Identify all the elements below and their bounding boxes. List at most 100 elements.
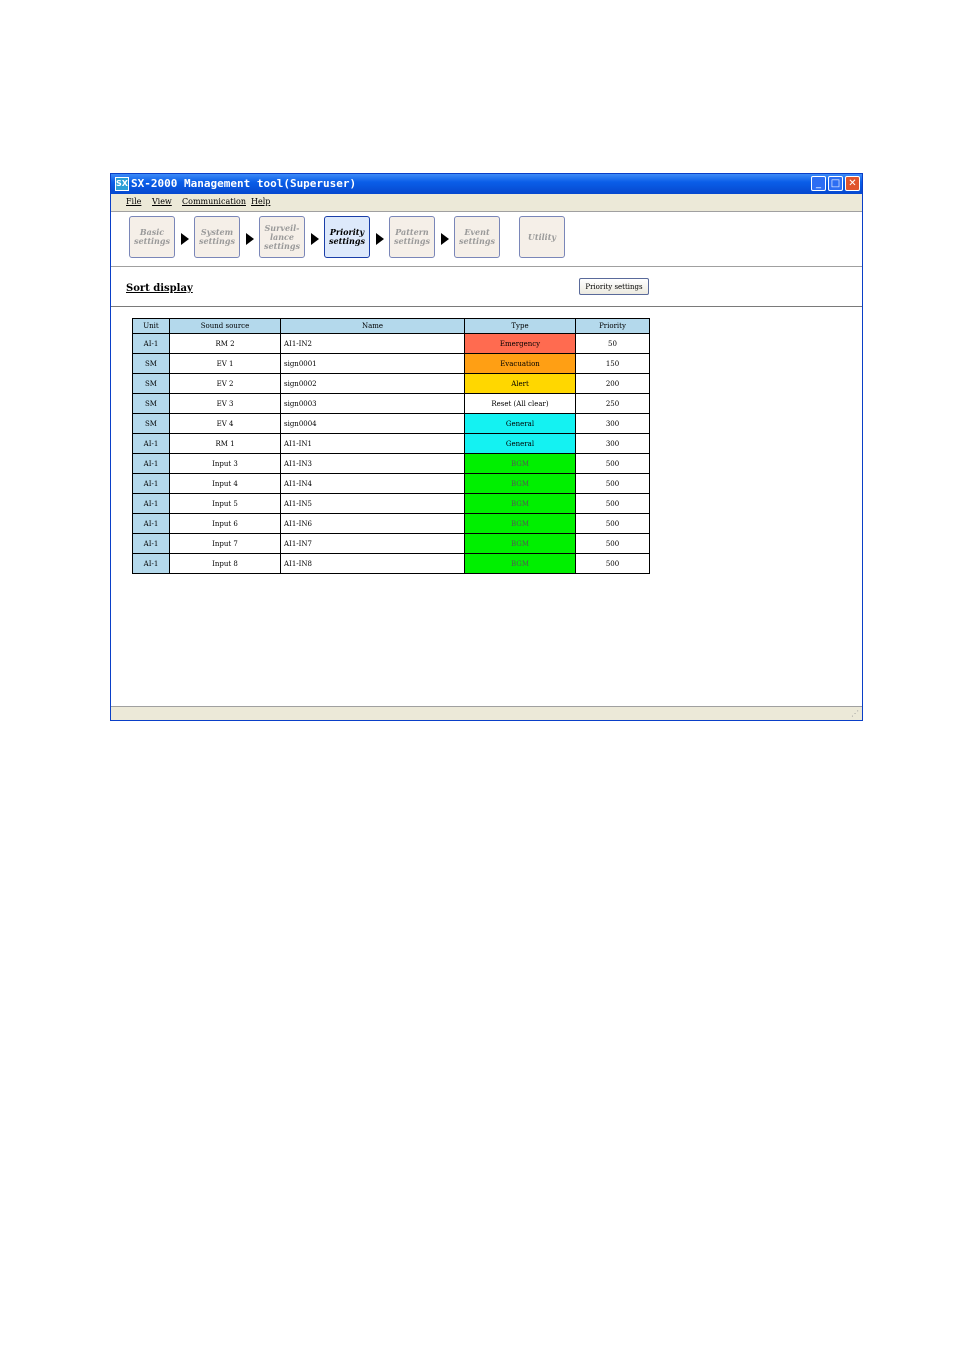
cell-name: AI1-IN1 (280, 433, 465, 454)
step-surveillance-settings[interactable]: Surveil-lance settings (259, 216, 305, 258)
maximize-button[interactable]: □ (828, 176, 843, 191)
cell-type: BGM (464, 453, 576, 474)
cell-sound-source: EV 2 (169, 373, 281, 394)
step-label-line: settings (199, 236, 235, 246)
minimize-button[interactable]: _ (811, 176, 826, 191)
table-row[interactable]: AI-1 Input 8 AI1-IN8 BGM 500 (132, 553, 650, 574)
table-row[interactable]: SM EV 4 sign0004 General 300 (132, 413, 650, 434)
table-row[interactable]: AI-1 RM 2 AI1-IN2 Emergency 50 (132, 333, 650, 354)
cell-name: AI1-IN7 (280, 533, 465, 554)
cell-priority: 300 (575, 413, 650, 434)
menu-file[interactable]: File (126, 197, 141, 206)
step-label-line: settings (134, 236, 170, 246)
app-window: SX SX-2000 Management tool(Superuser) _ … (110, 173, 863, 721)
table-row[interactable]: SM EV 1 sign0001 Evacuation 150 (132, 353, 650, 374)
cell-name: sign0001 (280, 353, 465, 374)
close-button[interactable]: ✕ (845, 176, 860, 191)
arrow-right-icon (441, 233, 449, 245)
table-row[interactable]: AI-1 Input 7 AI1-IN7 BGM 500 (132, 533, 650, 554)
title-bar[interactable]: SX SX-2000 Management tool(Superuser) _ … (111, 174, 862, 194)
table-row[interactable]: AI-1 Input 5 AI1-IN5 BGM 500 (132, 493, 650, 514)
table-row[interactable]: AI-1 RM 1 AI1-IN1 General 300 (132, 433, 650, 454)
table-row[interactable]: SM EV 3 sign0003 Reset (All clear) 250 (132, 393, 650, 414)
table-row[interactable]: AI-1 Input 6 AI1-IN6 BGM 500 (132, 513, 650, 534)
step-label: Utility (528, 232, 556, 242)
menu-help[interactable]: Help (251, 197, 270, 206)
cell-unit: AI-1 (132, 513, 170, 534)
cell-type: BGM (464, 533, 576, 554)
section-header: Sort display Priority settings (111, 267, 862, 307)
step-label-line: settings (394, 236, 430, 246)
column-header-name[interactable]: Name (280, 318, 465, 334)
cell-priority: 500 (575, 513, 650, 534)
table-row[interactable]: AI-1 Input 4 AI1-IN4 BGM 500 (132, 473, 650, 494)
cell-name: AI1-IN3 (280, 453, 465, 474)
step-label: System settings (199, 228, 235, 246)
cell-unit: AI-1 (132, 453, 170, 474)
column-header-sound-source[interactable]: Sound source (169, 318, 281, 334)
cell-priority: 500 (575, 473, 650, 494)
cell-priority: 500 (575, 533, 650, 554)
arrow-right-icon (181, 233, 189, 245)
cell-priority: 250 (575, 393, 650, 414)
cell-type: BGM (464, 553, 576, 574)
step-basic-settings[interactable]: Basic settings (129, 216, 175, 258)
step-utility[interactable]: Utility (519, 216, 565, 258)
cell-sound-source: RM 2 (169, 333, 281, 354)
cell-unit: AI-1 (132, 433, 170, 454)
cell-type: Evacuation (464, 353, 576, 374)
column-header-unit[interactable]: Unit (132, 318, 170, 334)
cell-type: Emergency (464, 333, 576, 354)
cell-name: sign0004 (280, 413, 465, 434)
priority-sort-table: Unit Sound source Name Type Priority AI-… (132, 318, 650, 574)
step-system-settings[interactable]: System settings (194, 216, 240, 258)
step-label-line: settings (329, 236, 365, 246)
cell-sound-source: Input 4 (169, 473, 281, 494)
arrow-right-icon (376, 233, 384, 245)
cell-sound-source: Input 6 (169, 513, 281, 534)
cell-unit: AI-1 (132, 533, 170, 554)
cell-priority: 50 (575, 333, 650, 354)
cell-name: sign0003 (280, 393, 465, 414)
column-header-priority[interactable]: Priority (575, 318, 650, 334)
table-row[interactable]: SM EV 2 sign0002 Alert 200 (132, 373, 650, 394)
menu-view[interactable]: View (152, 197, 172, 206)
priority-settings-button[interactable]: Priority settings (579, 278, 649, 295)
cell-type: Reset (All clear) (464, 393, 576, 414)
cell-unit: AI-1 (132, 493, 170, 514)
cell-type: BGM (464, 493, 576, 514)
step-label-line: settings (264, 240, 300, 251)
cell-priority: 500 (575, 493, 650, 514)
table-row[interactable]: AI-1 Input 3 AI1-IN3 BGM 500 (132, 453, 650, 474)
status-bar: ⋰ (111, 706, 862, 720)
cell-name: AI1-IN2 (280, 333, 465, 354)
step-label: Event settings (459, 228, 495, 246)
cell-sound-source: RM 1 (169, 433, 281, 454)
menu-bar: File View Communication Help (111, 194, 862, 212)
cell-sound-source: EV 3 (169, 393, 281, 414)
cell-unit: SM (132, 393, 170, 414)
resize-grip-icon[interactable]: ⋰ (851, 709, 859, 718)
step-label: Basic settings (134, 228, 170, 246)
menu-communication[interactable]: Communication (182, 197, 246, 206)
column-header-type[interactable]: Type (464, 318, 576, 334)
cell-priority: 500 (575, 553, 650, 574)
cell-name: AI1-IN6 (280, 513, 465, 534)
step-event-settings[interactable]: Event settings (454, 216, 500, 258)
arrow-right-icon (311, 233, 319, 245)
cell-name: AI1-IN5 (280, 493, 465, 514)
workflow-toolbar: Basic settings System settings Surveil-lan… (111, 212, 862, 267)
cell-name: AI1-IN8 (280, 553, 465, 574)
cell-type: General (464, 433, 576, 454)
cell-unit: AI-1 (132, 473, 170, 494)
step-priority-settings[interactable]: Priority settings (324, 216, 370, 258)
cell-type: Alert (464, 373, 576, 394)
cell-sound-source: Input 3 (169, 453, 281, 474)
step-pattern-settings[interactable]: Pattern settings (389, 216, 435, 258)
step-label-line: settings (459, 236, 495, 246)
cell-sound-source: Input 5 (169, 493, 281, 514)
cell-unit: SM (132, 413, 170, 434)
cell-priority: 300 (575, 433, 650, 454)
cell-priority: 150 (575, 353, 650, 374)
table-header-row: Unit Sound source Name Type Priority (132, 318, 650, 334)
